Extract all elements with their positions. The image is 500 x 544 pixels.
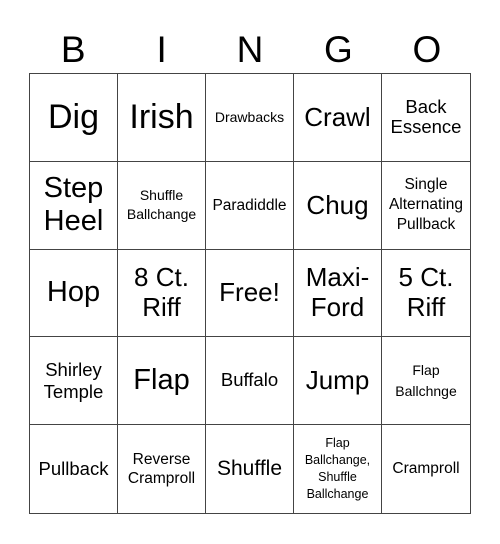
bingo-cell[interactable]: 5 Ct. Riff <box>382 250 470 338</box>
bingo-cell[interactable]: Cramproll <box>382 425 470 513</box>
bingo-cell[interactable]: Flap Ballchange, Shuffle Ballchange <box>294 425 382 513</box>
bingo-cell[interactable]: 8 Ct. Riff <box>118 249 206 338</box>
bingo-cell[interactable]: Flap Ballchnge <box>382 337 470 426</box>
bingo-cell[interactable]: Dig <box>30 74 118 162</box>
bingo-grid: Dig Irish Drawbacks Crawl Back Essence S… <box>29 73 471 514</box>
header-letter-b: B <box>60 29 86 70</box>
header-letter-g: G <box>324 29 353 70</box>
bingo-cell[interactable]: Shuffle Ballchange <box>118 161 206 250</box>
bingo-cell[interactable]: Crawl <box>294 74 382 162</box>
bingo-cell[interactable]: Flap <box>118 337 206 426</box>
bingo-cell[interactable]: Pullback <box>30 425 118 513</box>
bingo-cell[interactable]: Paradiddle <box>206 161 294 250</box>
bingo-cell[interactable]: Drawbacks <box>206 74 294 162</box>
bingo-cell[interactable]: Irish <box>118 74 206 162</box>
bingo-cell[interactable]: Back Essence <box>382 74 470 162</box>
bingo-cell[interactable]: Shuffle <box>206 425 294 513</box>
free-space[interactable]: Free! <box>206 249 294 338</box>
bingo-header: B I N G O <box>29 28 471 72</box>
bingo-cell[interactable]: Chug <box>294 161 382 250</box>
bingo-cell[interactable]: Jump <box>294 337 382 426</box>
bingo-cell[interactable]: Single Alternating Pullback <box>382 162 470 250</box>
header-letter-i: I <box>156 29 167 70</box>
header-letter-n: N <box>236 29 264 70</box>
bingo-cell[interactable]: Maxi- Ford <box>294 249 382 338</box>
bingo-cell[interactable]: Reverse Cramproll <box>118 425 206 513</box>
bingo-cell[interactable]: Buffalo <box>206 337 294 426</box>
bingo-cell[interactable]: Hop <box>30 249 118 338</box>
bingo-cell[interactable]: Step Heel <box>30 161 118 250</box>
header-letter-o: O <box>412 29 442 70</box>
bingo-cell[interactable]: Shirley Temple <box>30 337 118 426</box>
